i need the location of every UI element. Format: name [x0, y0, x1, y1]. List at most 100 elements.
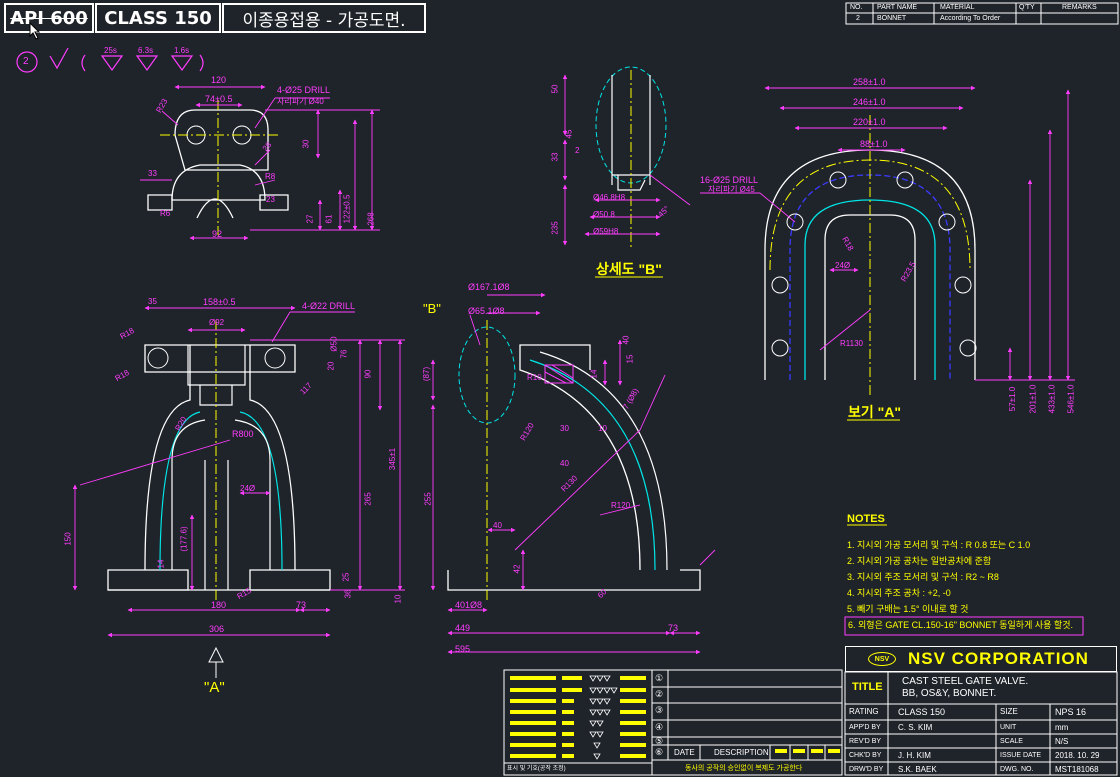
- front-dim-306: 306: [209, 624, 225, 634]
- section-dim-449: 449: [455, 623, 471, 633]
- front-dim-92: Ø92: [209, 318, 225, 327]
- front-dim-73: 73: [296, 600, 307, 610]
- section-dim-10: 10: [598, 424, 607, 433]
- note-6: 6. 외형은 GATE CL.150-16" BONNET 동일하게 사용 할것…: [848, 620, 1073, 630]
- view-a-dim-spotface-45: 자리파기 Ø45: [708, 185, 755, 194]
- drwd-label: DRW'D BY: [849, 766, 884, 773]
- size-value: NPS 16: [1055, 707, 1087, 717]
- front-view: [72, 305, 405, 678]
- section-dim-15: 15: [625, 354, 635, 364]
- nsv-logo: NSV: [868, 652, 896, 666]
- front-view-arrow-label: "A": [204, 679, 225, 696]
- front-dim-265: 265: [363, 492, 373, 506]
- detail-b-view: [562, 66, 691, 278]
- dim-120: 120: [211, 75, 227, 85]
- front-dim-345: 345±1: [388, 447, 398, 471]
- note-1: 1. 지시외 가공 모서리 및 구석 : R 0.8 또는 C 1.0: [847, 540, 1031, 550]
- detail-b-dim-50-8: Ø50.8: [593, 210, 615, 219]
- detail-b-dim-45: 45: [564, 129, 574, 139]
- section-dim-14: 14: [589, 369, 599, 379]
- dwg-value: MST181068: [1055, 765, 1099, 774]
- view-a-dim-16-25-drill: 16-Ø25 DRILL: [700, 175, 759, 185]
- front-dim-158: 158±0.5: [203, 297, 236, 307]
- front-dim-35: 35: [148, 297, 157, 306]
- view-a-dim-57: 57±1.0: [1008, 386, 1018, 412]
- front-dim-90: 90: [363, 369, 373, 379]
- dim-61: 61: [324, 214, 334, 224]
- revision-mark-3: ③: [655, 705, 664, 715]
- dim-92: 92: [212, 229, 223, 239]
- dim-30: 30: [301, 139, 311, 149]
- appd-label: APP'D BY: [849, 724, 881, 731]
- section-dim-40-mid: 40: [560, 459, 569, 468]
- note-4: 4. 지시외 주조 공차 : +2, -0: [847, 588, 951, 598]
- front-dim-180: 180: [211, 600, 227, 610]
- title-line-2: BB, OS&Y, BONNET.: [902, 688, 997, 699]
- front-dim-20: 20: [326, 361, 336, 371]
- section-dim-73: 73: [668, 623, 679, 633]
- chkd-label: CHK'D BY: [849, 752, 882, 759]
- parts-header-no: NO.: [850, 4, 863, 11]
- detail-b-dim-59: Ø59H8: [593, 227, 619, 236]
- dim-r6: R6: [160, 209, 171, 218]
- view-a-dim-201: 201±1.0: [1028, 384, 1038, 414]
- detail-b-title: 상세도 "B": [596, 261, 662, 277]
- section-b-marker: "B": [423, 301, 441, 316]
- revision-mark-1: ①: [655, 673, 664, 683]
- dim-74: 74±0.5: [205, 94, 233, 104]
- revision-date-header: DATE: [674, 748, 695, 757]
- section-dim-65: Ø65.1Ø8: [468, 306, 505, 316]
- dim-122: 122±0.5: [342, 194, 352, 224]
- circle-number: 2: [23, 56, 29, 67]
- unit-label: UNIT: [1000, 724, 1017, 731]
- front-dim-150: 150: [63, 532, 73, 546]
- title-line-1: CAST STEEL GATE VALVE.: [902, 676, 1029, 687]
- appd-value: C. S. KIM: [898, 723, 933, 732]
- section-dim-42: 42: [512, 564, 522, 574]
- detail-b-dim-50: 50: [550, 84, 560, 94]
- front-dim-36: 36: [343, 589, 353, 599]
- section-dim-r120: R120: [611, 501, 631, 510]
- note-5: 5. 빼기 구배는 1.5° 이내로 할 것: [847, 604, 969, 614]
- revision-desc-header: DESCRIPTION: [714, 748, 769, 757]
- parts-header-material: MATERIAL: [940, 4, 975, 11]
- dim-spotface-40: 자리파기 Ø40: [277, 97, 324, 106]
- issue-label: ISSUE DATE: [1000, 752, 1042, 759]
- section-dim-40-top: 40: [621, 335, 631, 345]
- section-view: [430, 292, 716, 655]
- roughness-6-3s: 6.3s: [138, 46, 154, 55]
- view-a-dim-220: 220±1.0: [853, 117, 886, 127]
- front-dim-14: 14: [156, 559, 166, 569]
- company-banner: NSV NSV CORPORATION: [845, 646, 1117, 672]
- dim-23: 23: [266, 195, 275, 204]
- section-dim-87: (87): [422, 366, 432, 382]
- view-a-dim-88: 88±1.0: [860, 139, 888, 149]
- roughness-25s: 25s: [104, 46, 117, 55]
- section-dim-401: 401Ø8: [455, 600, 483, 610]
- revision-triangles: [589, 675, 618, 760]
- view-a-title: 보기 "A": [848, 404, 902, 420]
- rating-label: RATING: [849, 707, 879, 716]
- parts-row-name: BONNET: [877, 15, 907, 22]
- chkd-value: J. H. KIM: [898, 751, 931, 760]
- scale-label: SCALE: [1000, 738, 1023, 745]
- front-dim-76: 76: [339, 349, 349, 359]
- front-dim-4-22-drill: 4-Ø22 DRILL: [302, 301, 356, 311]
- view-a-dim-r1130: R1130: [840, 339, 863, 348]
- scale-value: N/S: [1055, 737, 1069, 746]
- section-dim-255: 255: [423, 492, 433, 506]
- note-3: 3. 지시외 주조 모서리 및 구석 : R2 ~ R8: [847, 572, 999, 582]
- front-dim-177-6: (177.6): [179, 526, 189, 552]
- view-a-dim-258: 258±1.0: [853, 77, 886, 87]
- drwd-value: S.K. BAEK: [898, 765, 937, 774]
- revision-mark-5: ⑤: [655, 736, 664, 746]
- front-dim-24: 24Ø: [240, 484, 256, 493]
- size-label: SIZE: [1000, 707, 1018, 716]
- section-dim-167: Ø167.1Ø8: [468, 282, 510, 292]
- parts-row-material: According To Order: [940, 15, 1001, 22]
- rating-value: CLASS 150: [898, 707, 946, 717]
- notes-title: NOTES: [847, 513, 885, 525]
- dwg-label: DWG. NO.: [1000, 766, 1034, 773]
- revision-mark-6: ⑥: [655, 747, 664, 757]
- roughness-1-6s: 1.6s: [174, 46, 190, 55]
